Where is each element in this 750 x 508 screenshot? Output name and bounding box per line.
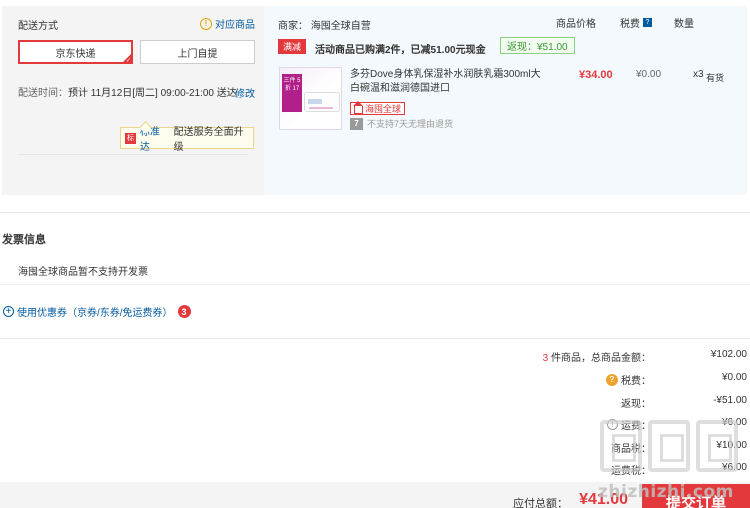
seven-day-return-icon: 7 [350,117,363,130]
standard-delivery-tooltip: 标 标准达 配送服务全面升级 [120,127,254,153]
col-header-price: 商品价格 [556,19,596,30]
product-stock: 有货 [706,73,725,83]
col-header-qty: 数量 [674,19,694,30]
store-icon [353,100,363,114]
summary-shipping-tax: ¥6.00 [721,462,747,473]
help-icon[interactable]: ? [643,18,652,27]
summary-row-shipping-tax: 运费税： ¥6.00 [350,462,750,477]
standard-delivery-icon: 标 [125,132,136,144]
rebate-badge: 返现：¥51.00 [500,37,575,54]
summary-shipping: ¥6.00 [721,417,747,428]
delivery-time-value: 预计 11月12日[周二] 09:00-21:00 送达 [68,88,237,99]
invoice-title: 发票信息 [2,234,46,246]
delivery-title: 配送方式 [18,21,58,32]
use-coupon-link[interactable]: + 使用优惠券（京券/东券/免运费券） 3 [3,304,191,319]
product-image-tag: 三件 5折 17 [282,74,302,112]
promo-badge: 满减 [278,39,307,54]
summary-goods-tax-label: 商品税： [611,444,651,455]
product-price: ¥34.00 [579,69,613,81]
info-icon[interactable]: ! [607,419,618,430]
delivery-time: 配送时间：预计 11月12日[周二] 09:00-21:00 送达 [18,85,238,102]
summary-rebate-label: 返现： [621,399,651,410]
summary-shipping-tax-label: 运费税： [611,466,651,477]
warning-icon: ! [200,17,212,30]
summary-tax-label: ? 税费： [606,372,651,387]
product-qty: x3 [693,69,704,80]
delivery-panel: 配送方式 ! 对应商品 京东快递 上门自提 配送时间：预计 11月12日[周二]… [2,6,264,195]
product-tax: ¥0.00 [636,69,662,80]
checkout-bar [0,482,750,508]
invoice-divider [0,284,750,285]
summary-tax: ¥0.00 [721,372,747,383]
self-pickup-button[interactable]: 上门自提 [140,40,255,64]
jd-express-button[interactable]: 京东快递 [18,40,133,64]
summary-row-goods-tax: 商品税： ¥10.00 [350,440,750,455]
merchant-name: 商家： 海囤全球自营 [278,21,371,32]
coupon-count-badge: 3 [177,305,191,318]
total-label: 应付总额： [513,498,568,508]
product-name-link[interactable]: 多芬Dove身体乳保湿补水润肤乳霜300ml大白碗温和滋润德国进口 [350,68,546,96]
matching-products-label: 对应商品 [215,20,255,31]
promo-text: 活动商品已购满2件，已减51.00元现金 [315,45,486,56]
summary-row-rebate: 返现： -¥51.00 [350,395,750,410]
summary-row-tax: ? 税费： ¥0.00 [350,372,750,387]
summary-row-shipping: ! 运费： ¥6.00 [350,417,750,432]
return-policy-text: 不支持7天无理由退货 [367,119,454,129]
summary-amount-label: 3 件商品，总商品金额： [543,349,651,364]
standard-delivery-desc: 配送服务全面升级 [173,127,244,153]
col-header-tax: 税费 ? [620,15,652,30]
plus-circle-icon: + [3,306,14,317]
summary-shipping-label: ! 运费： [607,417,651,432]
summary-amount: ¥102.00 [710,349,747,360]
delivery-time-label: 配送时间： [18,88,68,99]
lotion-tube-icon [304,92,340,112]
summary-tax-label-text: 税费： [621,376,651,387]
edit-delivery-time-link[interactable]: 修改 [235,85,255,100]
matching-products-link[interactable]: ! 对应商品 [200,16,255,31]
col-header-tax-label: 税费 [620,19,640,30]
delivery-divider [18,154,248,155]
return-policy: 7 不支持7天无理由退货 [350,117,453,130]
submit-order-button[interactable]: 提交订单 [642,484,750,508]
use-coupon-label: 使用优惠券（京券/东券/免运费券） [17,308,173,319]
product-image[interactable]: 三件 5折 17 [279,67,342,130]
summary-goods-tax: ¥10.00 [716,440,747,451]
summary-shipping-label-text: 运费： [621,421,651,432]
global-store-tag: 海囤全球 [350,100,406,115]
section-divider [0,212,750,213]
tax-help-icon[interactable]: ? [606,373,618,386]
shop-panel: 商家： 海囤全球自营 商品价格 税费 ? 数量 满减 活动商品已购满2件，已减5… [264,6,747,195]
global-store-label: 海囤全球 [365,104,402,114]
summary-row-amount: 3 件商品，总商品金额： ¥102.00 [350,349,750,364]
total-amount: ¥41.00 [579,491,628,508]
item-count-suffix: 件商品，总商品金额： [548,353,651,364]
summary-rebate: -¥51.00 [713,395,747,406]
invoice-text: 海囤全球商品暂不支持开发票 [18,267,148,278]
summary-divider [0,338,750,339]
standard-delivery-name[interactable]: 标准达 [140,123,170,153]
